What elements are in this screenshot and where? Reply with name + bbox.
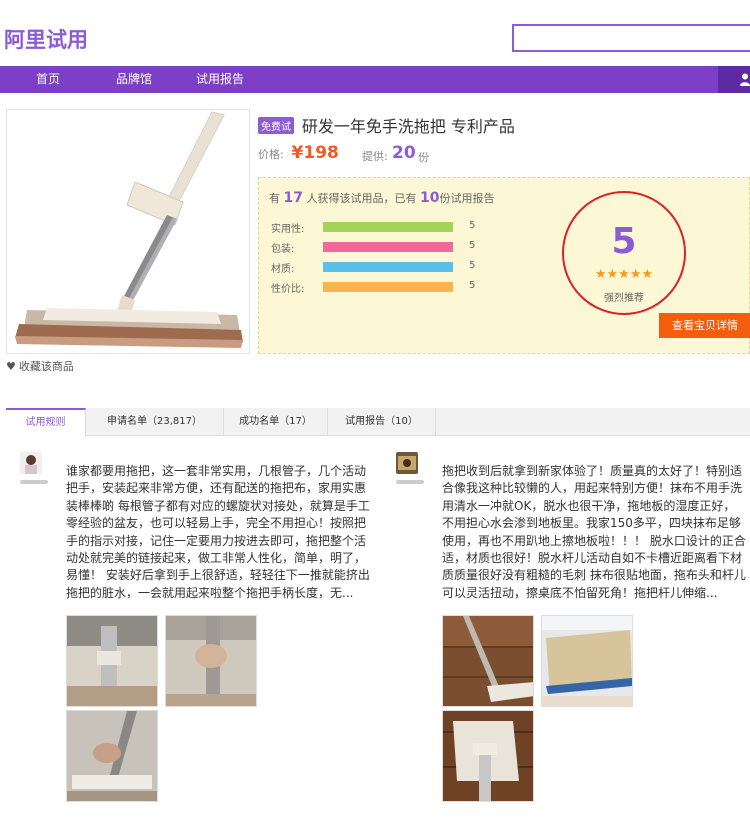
rating-value: 5 [469,260,476,271]
rating-value: 5 [469,220,476,231]
header: 阿里试用 [0,0,750,66]
review-text: 谁家都要用拖把，这一套非常实用，几根管子，几个活动把手，安装起来非常方便，还有配… [66,464,370,600]
supply-unit: 份 [418,151,429,164]
rating-label: 材质: [271,264,295,275]
tab-rules[interactable]: 试用规则 [6,408,86,437]
rating-label: 性价比: [271,284,305,295]
product-image[interactable] [6,109,250,354]
rating-bar-track [323,242,453,252]
rating-label: 实用性: [271,224,305,235]
rating-bar-track [323,282,453,292]
review-photo[interactable] [442,615,534,707]
price-value: ¥198 [291,143,339,163]
user-icon [740,73,750,86]
trial-summary: 有 17 人获得该试用品，已有 10份试用报告 [269,190,494,206]
summary-prefix: 有 [269,192,280,205]
review-text: 拖把收到后就拿到新家体验了！质量真的太好了！特别适合像我这种比较懒的人，用起来特… [442,464,746,600]
tab-reports[interactable]: 试用报告（10） [328,408,436,436]
rating-value: 5 [469,240,476,251]
avatar[interactable] [20,452,42,474]
summary-suffix: 份试用报告 [439,192,495,205]
summary-mid: 人获得该试用品，已有 [306,192,417,205]
tab-bar: 试用规则 申请名单（23,817） 成功名单（17） 试用报告（10） [6,408,750,437]
rating-bar-fill [323,282,453,292]
recommend-label: 强烈推荐 [604,293,644,304]
username-blur [396,480,424,484]
report-count: 10 [419,190,440,206]
heart-icon: ♥ [6,360,16,373]
rating-row-material: 材质: 5 [271,260,475,275]
price-label: 价格: [258,148,284,161]
rating-value: 5 [469,280,476,291]
product-title: 研发一年免手洗拖把 专利产品 [301,117,515,136]
applicant-count: 17 [283,190,303,206]
logo[interactable]: 阿里试用 [4,24,88,54]
review-photo[interactable] [541,615,633,707]
rating-bar-fill [323,242,453,252]
rating-label: 包装: [271,244,295,255]
tab-winners[interactable]: 成功名单（17） [224,408,328,436]
review-photo[interactable] [442,710,534,802]
mop-image [7,110,249,353]
nav-item-brands[interactable]: 品牌馆 [116,66,152,93]
nav-item-home[interactable]: 首页 [36,66,60,93]
overall-score-circle: 5 ★★★★★ 强烈推荐 [562,191,686,315]
review-photo[interactable] [66,615,158,707]
supply-label: 提供: [362,150,388,163]
rating-row-practicality: 实用性: 5 [271,220,475,235]
overall-score: 5 [611,221,637,262]
price-row: 价格: ¥198 提供: 20 份 [258,143,558,165]
rating-bar-track [323,262,453,272]
username-blur [20,480,48,484]
rating-row-value: 性价比: 5 [271,280,475,295]
favorite-link[interactable]: ♥ 收藏该商品 [6,358,74,374]
product-title-row: 免费试 研发一年免手洗拖把 专利产品 [258,113,515,136]
view-product-button[interactable]: 查看宝贝详情 [659,313,750,338]
rating-bar-fill [323,262,453,272]
search-input[interactable] [512,24,750,52]
review-photo[interactable] [165,615,257,707]
favorite-label: 收藏该商品 [18,360,74,373]
free-trial-badge: 免费试 [258,116,294,134]
main-nav: 首页 品牌馆 试用报告 [0,66,750,93]
supply-count: 20 [392,143,416,163]
rating-bar-fill [323,222,453,232]
avatar[interactable] [396,452,418,474]
rating-row-packaging: 包装: 5 [271,240,475,255]
tab-applicants[interactable]: 申请名单（23,817） [86,408,224,436]
review-photo[interactable] [66,710,158,802]
nav-item-reports[interactable]: 试用报告 [196,66,244,93]
trial-info-panel: 有 17 人获得该试用品，已有 10份试用报告 实用性: 5 包装: 5 材质:… [258,177,750,354]
user-menu[interactable] [718,66,750,93]
star-rating-icon: ★★★★★ [594,267,654,282]
rating-bar-track [323,222,453,232]
